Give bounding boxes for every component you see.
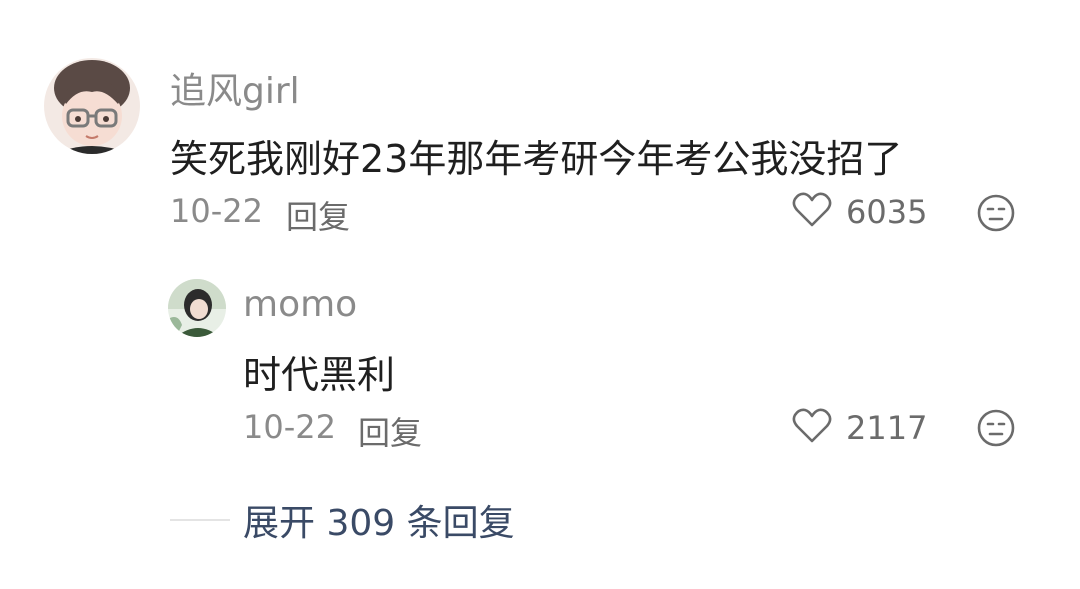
neutral-face-icon — [977, 409, 1015, 447]
comment-reply-button[interactable]: 回复 — [286, 192, 350, 238]
comment-username[interactable]: 追风girl — [170, 62, 300, 114]
comment-text: 笑死我刚好23年那年考研今年考公我没招了 — [170, 137, 903, 181]
reply-like-count: 2117 — [846, 409, 928, 447]
comment-thread: 追风girl 笑死我刚好23年那年考研今年考公我没招了 10-22 回复 603… — [0, 0, 1080, 589]
reply-date: 10-22 — [243, 408, 336, 446]
reply-dislike-button[interactable] — [976, 408, 1016, 452]
reply-text: 时代黑利 — [243, 353, 396, 397]
reply-username[interactable]: momo — [243, 284, 357, 325]
neutral-face-icon — [977, 194, 1015, 232]
expand-divider — [170, 519, 230, 521]
comment-date: 10-22 — [170, 192, 263, 230]
heart-icon — [792, 408, 832, 448]
user-avatar[interactable] — [44, 58, 140, 154]
comment-dislike-button[interactable] — [976, 193, 1016, 237]
comment-like-count: 6035 — [846, 193, 928, 231]
reply-avatar[interactable] — [168, 279, 226, 337]
reply-like-button[interactable]: 2117 — [792, 408, 927, 448]
expand-replies-button[interactable]: 展开 309 条回复 — [243, 494, 515, 546]
heart-icon — [792, 192, 832, 232]
comment-like-button[interactable]: 6035 — [792, 192, 927, 232]
reply-reply-button[interactable]: 回复 — [358, 408, 422, 454]
